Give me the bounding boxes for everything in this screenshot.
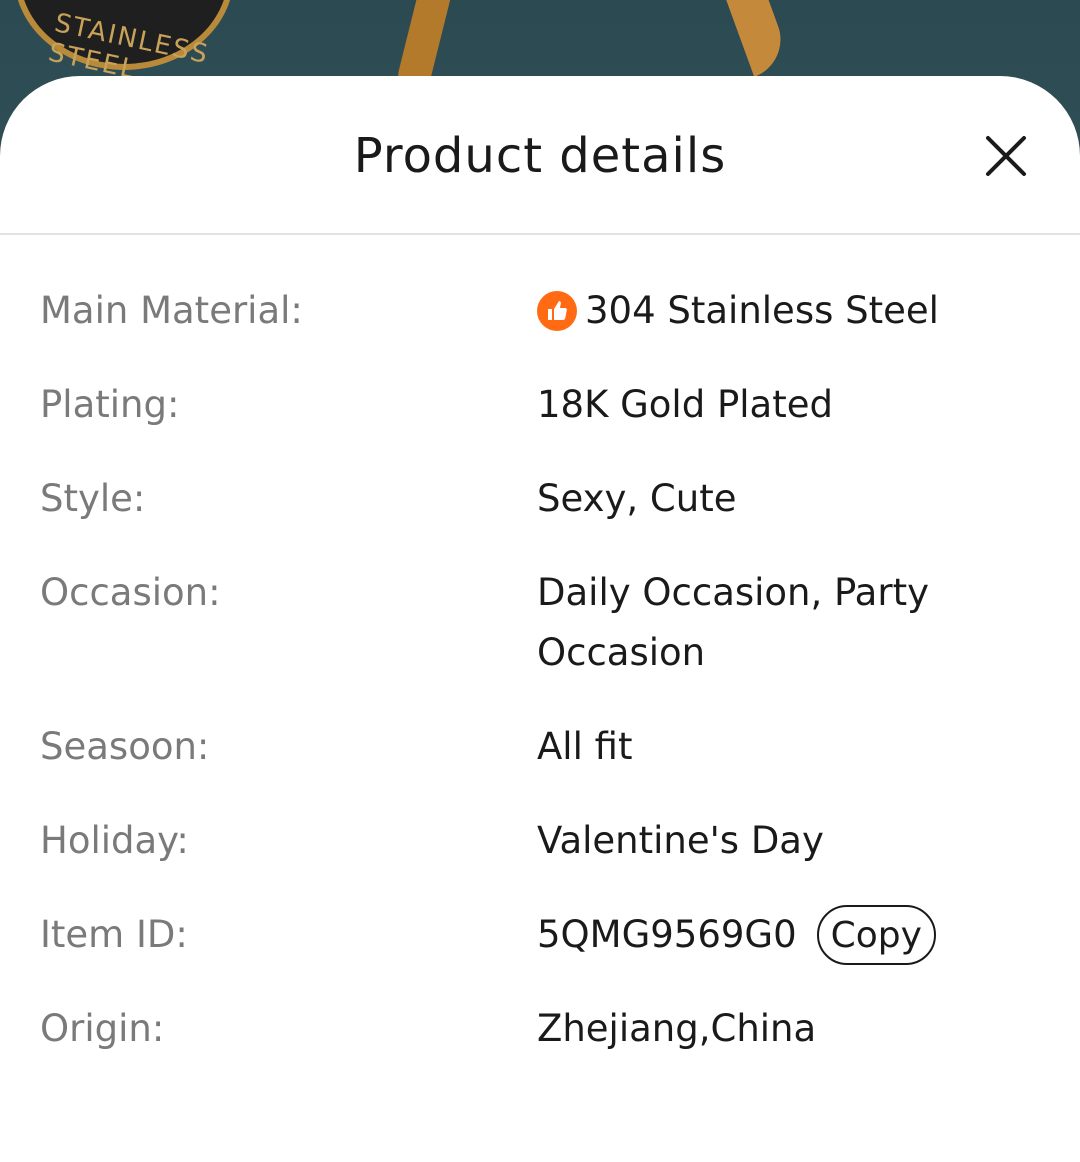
detail-value: Zhejiang,China (537, 1007, 817, 1050)
detail-label: Seasoon: (40, 725, 210, 768)
main-material-value: 304 Stainless Steel (585, 289, 939, 332)
detail-row-item-id: Item ID: 5QMG9569G0 Copy (0, 905, 1080, 965)
detail-row-main-material: Main Material: 304 Stainless Steel (0, 281, 1080, 341)
detail-value: 18K Gold Plated (537, 383, 833, 426)
detail-label: Origin: (40, 1007, 165, 1050)
detail-label: Main Material: (40, 289, 303, 332)
close-button[interactable] (980, 130, 1032, 182)
detail-row-occasion: Occasion: Daily Occasion, Party Occasion (0, 563, 1080, 683)
detail-row-origin: Origin: Zhejiang,China (0, 999, 1080, 1059)
detail-value: 5QMG9569G0 Copy (537, 905, 1040, 965)
detail-value: Sexy, Cute (537, 477, 737, 520)
close-icon (986, 136, 1026, 176)
product-details-sheet: Product details Main Material: 304 Stain… (0, 76, 1080, 1162)
detail-label: Item ID: (40, 913, 188, 956)
copy-button[interactable]: Copy (816, 905, 936, 965)
details-list: Main Material: 304 Stainless Steel Plati… (0, 281, 1080, 1093)
detail-label: Occasion: (40, 571, 221, 614)
detail-value: Daily Occasion, Party Occasion (537, 571, 929, 674)
detail-label: Style: (40, 477, 146, 520)
detail-value: Valentine's Day (537, 819, 824, 862)
stainless-steel-badge-image: STAINLESS STEEL (14, 0, 234, 85)
detail-label: Holiday: (40, 819, 189, 862)
detail-row-plating: Plating: 18K Gold Plated (0, 375, 1080, 435)
thumbs-up-icon (537, 291, 577, 331)
detail-row-season: Seasoon: All fit (0, 717, 1080, 777)
detail-value: 304 Stainless Steel (537, 281, 1040, 341)
sheet-title: Product details (353, 128, 727, 184)
detail-label: Plating: (40, 383, 180, 426)
detail-value: All fit (537, 725, 633, 768)
detail-row-holiday: Holiday: Valentine's Day (0, 811, 1080, 871)
sheet-header: Product details (0, 76, 1080, 235)
item-id-value: 5QMG9569G0 (537, 913, 797, 956)
detail-row-style: Style: Sexy, Cute (0, 469, 1080, 529)
